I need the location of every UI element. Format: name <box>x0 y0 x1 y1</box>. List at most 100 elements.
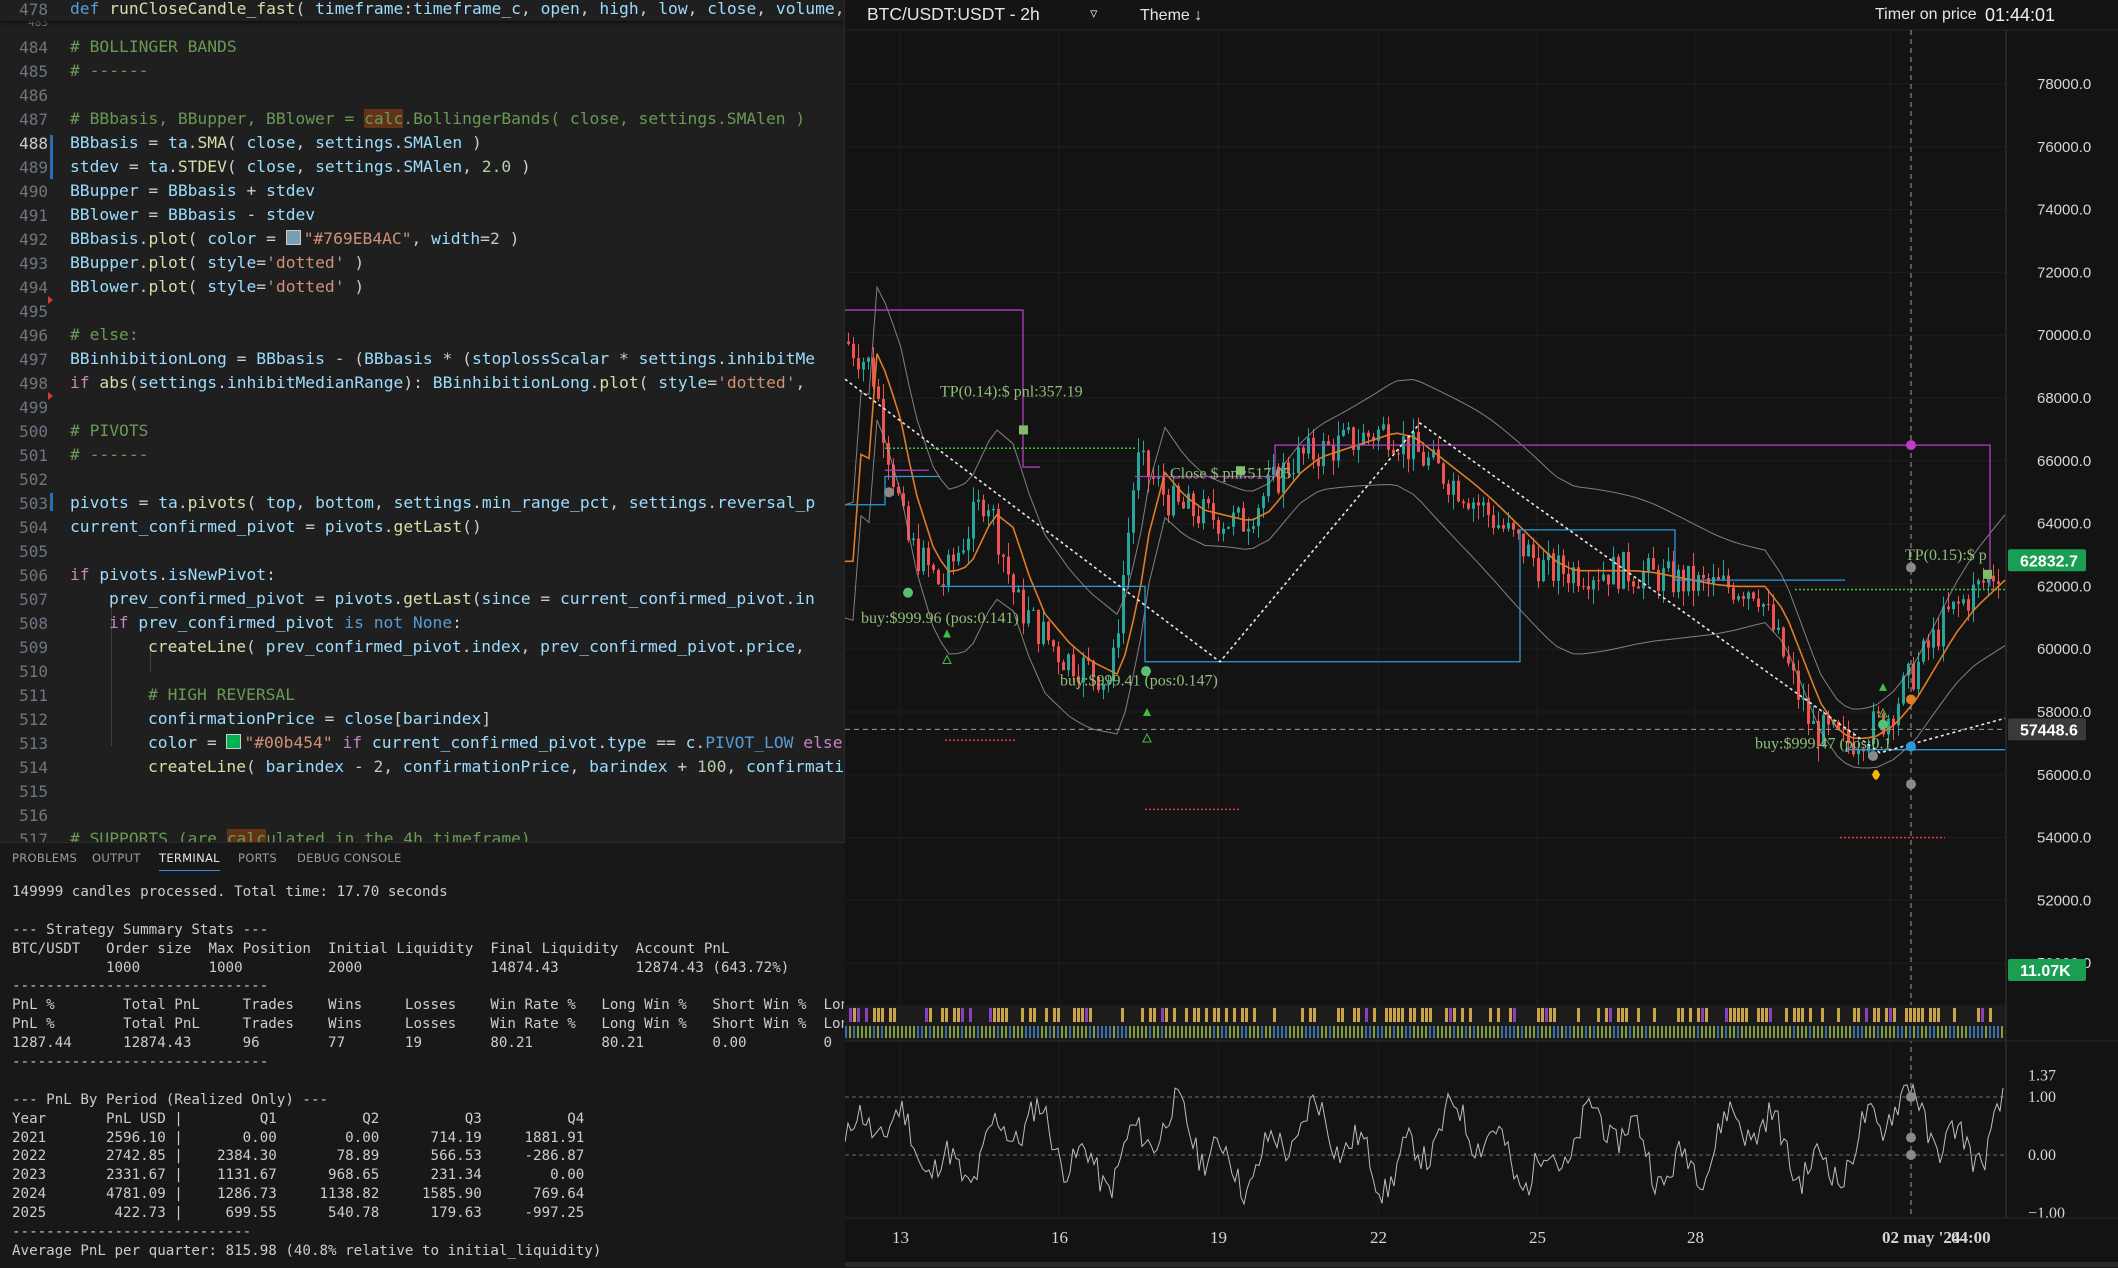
hand-cursor-icon <box>1872 769 1880 780</box>
code-line-484[interactable]: # BOLLINGER BANDS <box>70 37 237 56</box>
signal-tick <box>1041 1026 1043 1038</box>
signal-tick <box>1769 1026 1771 1038</box>
git-modified-marker <box>50 135 53 179</box>
signal-tick <box>1113 1026 1115 1038</box>
price-tick-label: 70000.0 <box>2037 327 2091 344</box>
signal-tick <box>1377 1026 1379 1038</box>
signal-tick <box>1037 1026 1039 1038</box>
token: 'dotted' <box>266 253 345 272</box>
signal-bar <box>1397 1008 1400 1022</box>
tab-problems[interactable]: PROBLEMS <box>12 851 77 865</box>
code-line-489[interactable]: stdev = ta.STDEV( close, settings.SMAlen… <box>70 157 531 176</box>
token: = <box>314 709 345 728</box>
oscillator-line <box>845 1082 2004 1206</box>
code-line-492[interactable]: BBbasis.plot( color = "#769EB4AC", width… <box>70 229 519 248</box>
token: if <box>70 565 90 584</box>
token: = <box>295 517 325 536</box>
code-line-507[interactable]: prev_confirmed_pivot = pivots.getLast(si… <box>109 589 815 608</box>
code-line-488[interactable]: BBbasis = ta.SMA( close, settings.SMAlen… <box>70 133 482 152</box>
signal-tick <box>1729 1026 1731 1038</box>
token: plot <box>599 373 639 392</box>
code-line-508[interactable]: if prev_confirmed_pivot is not None: <box>109 613 462 632</box>
code-line-487[interactable]: # BBbasis, BBupper, BBlower = calc.Bolli… <box>70 109 805 128</box>
code-line-514[interactable]: createLine( barindex - 2, confirmationPr… <box>148 757 845 776</box>
code-line-500[interactable]: # PIVOTS <box>70 421 148 440</box>
color-swatch[interactable] <box>226 734 242 749</box>
signal-tick <box>1873 1026 1875 1038</box>
candle-body <box>1617 556 1620 589</box>
code-line-511[interactable]: # HIGH REVERSAL <box>148 685 295 704</box>
signal-tick <box>1505 1026 1507 1038</box>
signal-tick <box>1381 1026 1383 1038</box>
signal-tick <box>1613 1026 1615 1038</box>
token: ( <box>187 253 208 272</box>
code-line-485[interactable]: # ------ <box>70 61 148 80</box>
trade-annotation-close1: Close $ pnl:517.05 <box>1170 465 1291 482</box>
terminal-output[interactable]: 149999 candles processed. Total time: 17… <box>12 883 844 1261</box>
color-swatch[interactable] <box>285 230 301 245</box>
candle-body <box>1632 581 1635 587</box>
chart-window[interactable]: BTC/USDT:USDT - 2h ▿ Theme ↓ Timer on price… <box>845 0 2118 1267</box>
token: if <box>342 733 363 752</box>
signal-bar <box>1301 1008 1304 1022</box>
signal-bar <box>1977 1008 1980 1022</box>
signal-bar <box>993 1008 996 1022</box>
signal-bar <box>1729 1008 1732 1022</box>
candle-body <box>957 552 960 562</box>
code-line-490[interactable]: BBupper = BBbasis + stdev <box>70 181 315 200</box>
code-line-509[interactable]: createLine( prev_confirmed_pivot.index, … <box>148 637 805 656</box>
code-line-506[interactable]: if pivots.isNewPivot: <box>70 565 276 584</box>
code-line-493[interactable]: BBupper.plot( style='dotted' ) <box>70 253 364 272</box>
code-line-498[interactable]: if abs(settings.inhibitMedianRange): BBi… <box>70 373 805 392</box>
token: ( <box>187 277 208 296</box>
signal-bar <box>1785 1008 1788 1022</box>
signal-tick <box>929 1026 931 1038</box>
token: createLine <box>148 637 247 656</box>
chart-symbol-title: BTC/USDT:USDT - 2h <box>867 4 1040 24</box>
token: + <box>236 181 267 200</box>
buy-triangle-icon <box>1142 732 1152 743</box>
signal-tick <box>1781 1026 1783 1038</box>
signal-tick <box>1669 1026 1671 1038</box>
signal-bar <box>1737 1008 1740 1022</box>
code-line-501[interactable]: # ------ <box>70 445 148 464</box>
signal-tick <box>1957 1026 1959 1038</box>
signal-bar <box>1545 1008 1548 1022</box>
code-line-497[interactable]: BBinhibitionLong = BBbasis - (BBbasis * … <box>70 349 815 368</box>
signal-tick <box>1645 1026 1647 1038</box>
tab-terminal[interactable]: TERMINAL <box>159 851 220 871</box>
code-line-503[interactable]: pivots = ta.pivots( top, bottom, setting… <box>70 493 815 512</box>
token: . <box>168 157 178 176</box>
code-line-491[interactable]: BBlower = BBbasis - stdev <box>70 205 315 224</box>
sticky-scroll-header[interactable]: 478 def runCloseCandle_fast( timeframe:t… <box>0 0 844 21</box>
code-editor[interactable]: 478 def runCloseCandle_fast( timeframe:t… <box>0 0 845 842</box>
tab-ports[interactable]: PORTS <box>238 851 277 865</box>
tab-debug-console[interactable]: DEBUG CONSOLE <box>297 851 402 865</box>
tab-output[interactable]: OUTPUT <box>92 851 141 865</box>
filter-dropdown-icon[interactable]: ▿ <box>1090 5 1098 22</box>
signal-bar <box>1149 1008 1152 1022</box>
signal-tick <box>985 1026 987 1038</box>
comment: .BollingerBands( close, settings.SMAlen … <box>403 109 806 128</box>
signal-tick <box>1681 1026 1683 1038</box>
signal-tick <box>1045 1026 1047 1038</box>
code-line-496[interactable]: # else: <box>70 325 139 344</box>
theme-dropdown-button[interactable]: Theme ↓ <box>1140 7 1202 24</box>
signal-tick <box>925 1026 927 1038</box>
token: confirmatio <box>746 757 845 776</box>
signal-bar <box>929 1008 932 1022</box>
code-line-504[interactable]: current_confirmed_pivot = pivots.getLast… <box>70 517 482 536</box>
code-line-512[interactable]: confirmationPrice = close[barindex] <box>148 709 491 728</box>
code-line-513[interactable]: color = "#00b454" if current_confirmed_p… <box>148 733 843 752</box>
price-chart[interactable]: BTC/USDT:USDT - 2h ▿ Theme ↓ Timer on price… <box>845 0 2118 1267</box>
timer-on-price-toggle[interactable]: Timer on price <box>1875 6 1977 23</box>
code-line-517[interactable]: # SUPPORTS (are calculated in the 4h tim… <box>70 829 531 842</box>
signal-tick <box>973 1026 975 1038</box>
signal-tick <box>989 1026 991 1038</box>
signal-tick <box>893 1026 895 1038</box>
signal-tick <box>1305 1026 1307 1038</box>
signal-tick <box>1049 1026 1051 1038</box>
code-line-494[interactable]: BBlower.plot( style='dotted' ) <box>70 277 364 296</box>
